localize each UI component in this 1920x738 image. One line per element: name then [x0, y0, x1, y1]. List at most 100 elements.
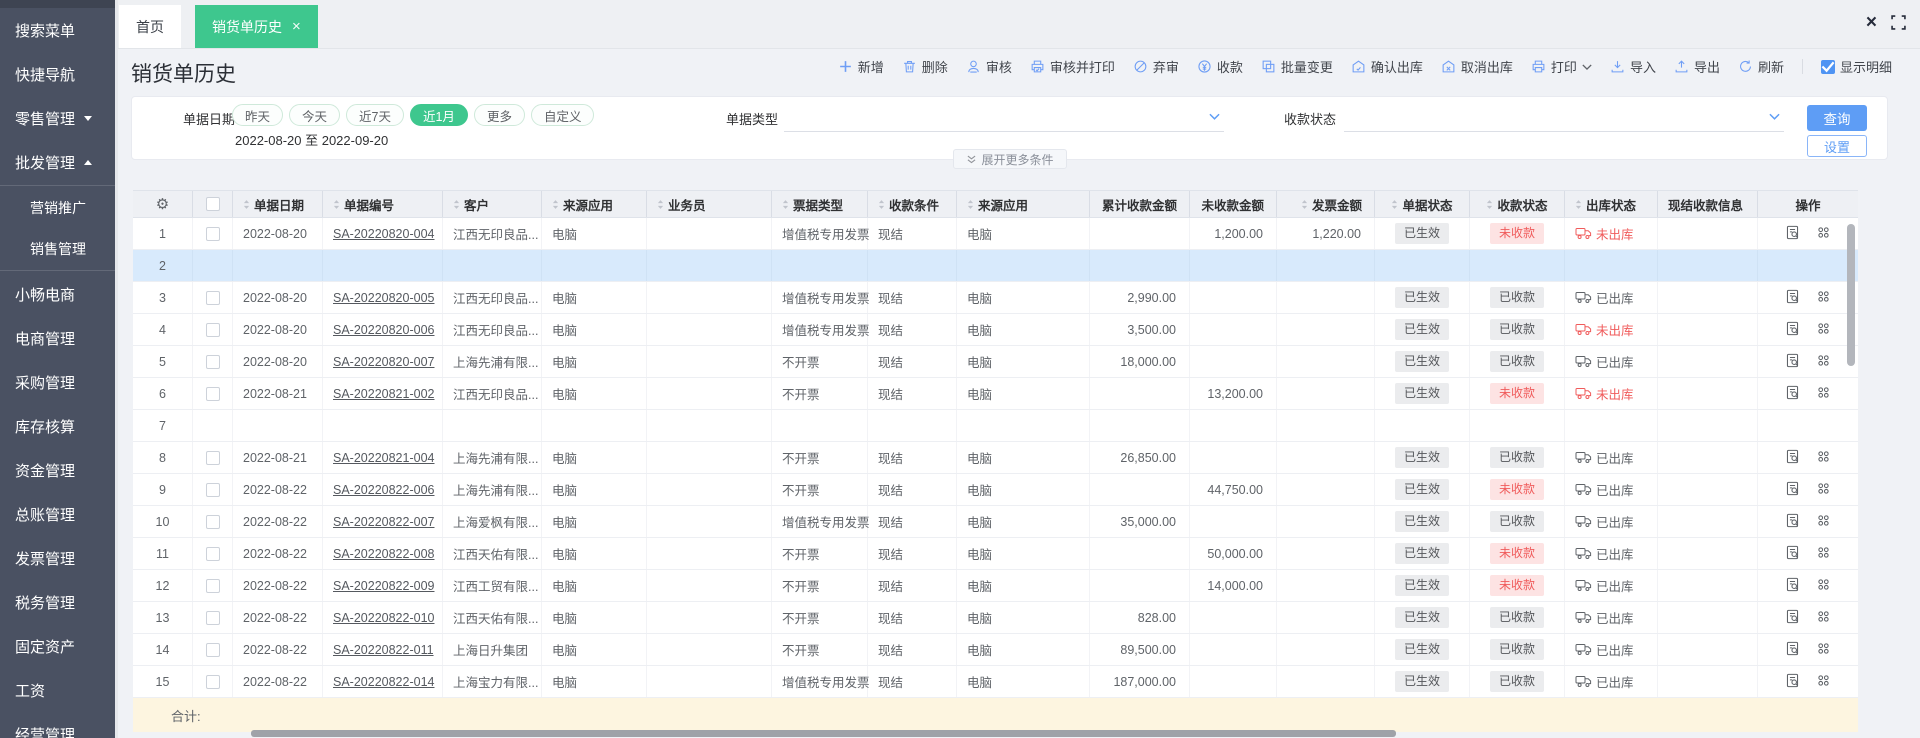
view-document-icon[interactable]: [1785, 225, 1800, 243]
sort-icon[interactable]: [657, 199, 664, 210]
row-checkbox[interactable]: [205, 482, 220, 497]
row-checkbox[interactable]: [205, 610, 220, 625]
date-pill-last-7-days[interactable]: 近7天: [346, 104, 404, 126]
sort-icon[interactable]: [243, 199, 250, 210]
sidebar-item-general-ledger[interactable]: 总账管理: [0, 492, 115, 536]
doc-no-link[interactable]: SA-20220822-009: [333, 579, 434, 593]
audit-button[interactable]: 审核: [966, 57, 1012, 76]
date-pill-yesterday[interactable]: 昨天: [232, 104, 284, 126]
row-checkbox[interactable]: [205, 642, 220, 657]
more-operations-icon[interactable]: [1816, 225, 1831, 243]
sidebar-item-purchase-mgmt[interactable]: 采购管理: [0, 360, 115, 404]
header-col-gear[interactable]: ⚙: [133, 191, 193, 217]
more-operations-icon[interactable]: [1816, 577, 1831, 595]
header-col-payment-status[interactable]: 收款状态: [1470, 191, 1565, 217]
table-row[interactable]: 14 2022-08-22 SA-20220822-011 上海日升集团 电脑 不开票 现结…: [133, 634, 1858, 666]
header-col-actions[interactable]: 操作: [1758, 191, 1858, 217]
more-operations-icon[interactable]: [1816, 641, 1831, 659]
query-button[interactable]: 查询: [1807, 105, 1867, 131]
view-document-icon[interactable]: [1785, 673, 1800, 691]
view-document-icon[interactable]: [1785, 545, 1800, 563]
date-pill-today[interactable]: 今天: [289, 104, 341, 126]
sidebar-item-search-menu[interactable]: 搜索菜单: [0, 8, 115, 52]
doc-no-link[interactable]: SA-20220822-006: [333, 483, 434, 497]
doc-no-link[interactable]: SA-20220820-007: [333, 355, 434, 369]
doc-no-link[interactable]: SA-20220822-007: [333, 515, 434, 529]
header-col-doc-status[interactable]: 单据状态: [1375, 191, 1470, 217]
table-row[interactable]: 5 2022-08-20 SA-20220820-007 上海先浦有限... 电脑 不开票…: [133, 346, 1858, 378]
row-checkbox[interactable]: [205, 226, 220, 241]
doc-type-select[interactable]: [784, 97, 1224, 132]
table-row[interactable]: 9 2022-08-22 SA-20220822-006 上海先浦有限... 电脑 不开票…: [133, 474, 1858, 506]
batch-change-button[interactable]: 批量变更: [1261, 57, 1333, 76]
date-pill-more[interactable]: 更多: [473, 104, 525, 126]
header-col-source-app-2[interactable]: 来源应用: [957, 191, 1090, 217]
table-row[interactable]: 8 2022-08-21 SA-20220821-004 上海先浦有限... 电脑 不开票…: [133, 442, 1858, 474]
more-operations-icon[interactable]: [1816, 545, 1831, 563]
sort-icon[interactable]: [1301, 199, 1308, 210]
tab-home[interactable]: 首页: [119, 5, 181, 48]
sort-icon[interactable]: [552, 199, 559, 210]
doc-no-link[interactable]: SA-20220820-006: [333, 323, 434, 337]
doc-no-link[interactable]: SA-20220822-008: [333, 547, 434, 561]
sidebar-item-payroll[interactable]: 工资: [0, 668, 115, 712]
view-document-icon[interactable]: [1785, 641, 1800, 659]
row-checkbox[interactable]: [205, 386, 220, 401]
sort-icon[interactable]: [1486, 199, 1493, 210]
sidebar-item-sales-mgmt[interactable]: 销售管理: [0, 228, 115, 269]
print-button[interactable]: 打印: [1531, 57, 1592, 76]
view-document-icon[interactable]: [1785, 385, 1800, 403]
sort-icon[interactable]: [1391, 199, 1398, 210]
sort-icon[interactable]: [1575, 199, 1582, 210]
view-document-icon[interactable]: [1785, 577, 1800, 595]
view-document-icon[interactable]: [1785, 353, 1800, 371]
view-document-icon[interactable]: [1785, 513, 1800, 531]
payment-status-select[interactable]: [1344, 97, 1784, 132]
sidebar-item-inventory-accounting[interactable]: 库存核算: [0, 404, 115, 448]
more-operations-icon[interactable]: [1816, 481, 1831, 499]
gear-icon[interactable]: ⚙: [156, 195, 169, 213]
doc-no-link[interactable]: SA-20220822-011: [333, 643, 434, 657]
doc-no-link[interactable]: SA-20220821-002: [333, 387, 434, 401]
table-row[interactable]: 4 2022-08-20 SA-20220820-006 江西无印良品... 电脑 增值税…: [133, 314, 1858, 346]
show-detail-toggle[interactable]: 显示明细: [1820, 57, 1892, 76]
sidebar-item-retail-mgmt[interactable]: 零售管理: [0, 96, 115, 140]
sort-icon[interactable]: [333, 199, 340, 210]
tab-sales-order-history[interactable]: 销货单历史 ×: [195, 5, 318, 48]
sort-icon[interactable]: [782, 199, 789, 210]
show-detail-checkbox[interactable]: [1820, 59, 1835, 74]
header-col-customer[interactable]: 客户: [443, 191, 542, 217]
table-row[interactable]: 11 2022-08-22 SA-20220822-008 江西天佑有限... 电脑 不开…: [133, 538, 1858, 570]
sidebar-item-ecommerce-mgmt[interactable]: 电商管理: [0, 316, 115, 360]
more-operations-icon[interactable]: [1816, 513, 1831, 531]
row-checkbox[interactable]: [205, 322, 220, 337]
view-document-icon[interactable]: [1785, 481, 1800, 499]
header-col-source-app[interactable]: 来源应用: [542, 191, 647, 217]
delete-button[interactable]: 删除: [902, 57, 948, 76]
row-checkbox[interactable]: [205, 450, 220, 465]
sidebar-item-invoice-mgmt[interactable]: 发票管理: [0, 536, 115, 580]
row-checkbox[interactable]: [205, 354, 220, 369]
more-operations-icon[interactable]: [1816, 353, 1831, 371]
table-row[interactable]: 2: [133, 250, 1858, 282]
table-row[interactable]: 12 2022-08-22 SA-20220822-009 江西工贸有限... 电脑 不开…: [133, 570, 1858, 602]
date-pill-custom[interactable]: 自定义: [530, 104, 595, 126]
table-row[interactable]: 6 2022-08-21 SA-20220821-002 江西无印良品... 电脑 不开票…: [133, 378, 1858, 410]
header-col-checkbox[interactable]: [193, 191, 233, 217]
sidebar-item-business-mgmt[interactable]: 经营管理: [0, 712, 115, 738]
header-col-payment-term[interactable]: 收款条件: [868, 191, 957, 217]
refresh-button[interactable]: 刷新: [1738, 57, 1784, 76]
header-col-cash-payment-info[interactable]: 现结收款信息: [1658, 191, 1758, 217]
sidebar-item-marketing-promo[interactable]: 营销推广: [0, 187, 115, 228]
vertical-scrollbar[interactable]: [1847, 224, 1855, 366]
cancel-outbound-button[interactable]: 取消出库: [1441, 57, 1513, 76]
abandon-audit-button[interactable]: 弃审: [1133, 57, 1179, 76]
view-document-icon[interactable]: [1785, 289, 1800, 307]
fullscreen-icon[interactable]: [1891, 15, 1906, 30]
date-pill-last-1-month[interactable]: 近1月: [409, 104, 468, 126]
row-checkbox[interactable]: [205, 514, 220, 529]
date-range-value[interactable]: 2022-08-20 至 2022-09-20: [235, 130, 388, 149]
sidebar-item-quick-nav[interactable]: 快捷导航: [0, 52, 115, 96]
confirm-outbound-button[interactable]: 确认出库: [1351, 57, 1423, 76]
sort-icon[interactable]: [967, 199, 974, 210]
